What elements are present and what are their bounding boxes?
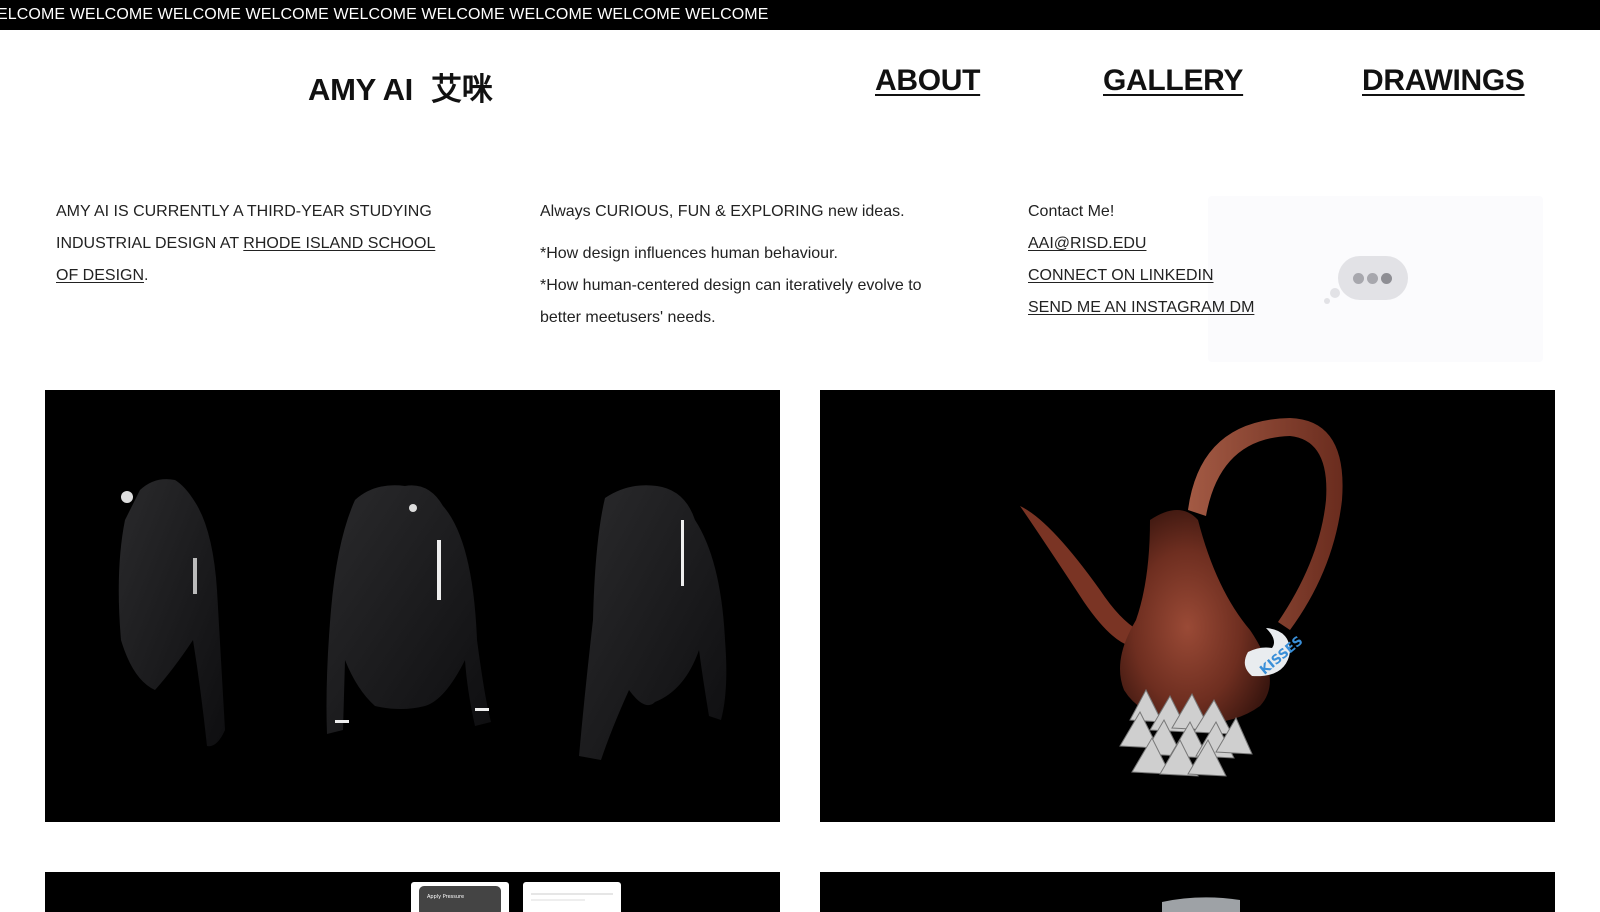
bio-period: . <box>144 267 149 284</box>
instagram-link[interactable]: SEND ME AN INSTAGRAM DM <box>1028 292 1328 324</box>
nav-drawings[interactable]: DRAWINGS <box>1362 64 1525 98</box>
tile-4-photo <box>1162 897 1240 912</box>
brand-name: AMY AI <box>308 72 413 107</box>
brand-chinese-name: 艾咪 <box>431 72 493 107</box>
kettle-photo: KISSES <box>1020 418 1343 777</box>
bio-paragraph: AMY AI IS CURRENTLY A THIRD-YEAR STUDYIN… <box>56 196 446 292</box>
gallery-tile-app[interactable]: Apply Pressure <box>45 872 780 912</box>
tagline: Always CURIOUS, FUN & EXPLORING new idea… <box>540 203 905 220</box>
contact-heading: Contact Me! <box>1028 203 1115 220</box>
interests-section: Always CURIOUS, FUN & EXPLORING new idea… <box>540 196 940 334</box>
site-logo[interactable]: AMY AI 艾咪 <box>308 64 493 109</box>
jacket-photo <box>118 479 727 760</box>
contact-section: Contact Me! AAI@RISD.EDU CONNECT ON LINK… <box>1028 196 1328 324</box>
nav-about[interactable]: ABOUT <box>875 64 980 98</box>
gallery-tile-kettle[interactable]: KISSES <box>820 390 1555 822</box>
interest-line-1: *How design influences human behaviour. <box>540 245 838 262</box>
bio-section: AMY AI IS CURRENTLY A THIRD-YEAR STUDYIN… <box>56 196 446 292</box>
app-screen-title: Apply Pressure <box>427 894 464 900</box>
gallery-tile-jackets[interactable] <box>45 390 780 822</box>
ticker-text: ELCOME WELCOME WELCOME WELCOME WELCOME W… <box>0 6 769 23</box>
email-link[interactable]: AAI@RISD.EDU <box>1028 228 1328 260</box>
gallery-tile-4[interactable] <box>820 872 1555 912</box>
welcome-ticker: ELCOME WELCOME WELCOME WELCOME WELCOME W… <box>0 0 1600 30</box>
typing-bubble-icon <box>1324 256 1408 304</box>
app-screens-photo: Apply Pressure <box>411 882 621 912</box>
nav-gallery[interactable]: GALLERY <box>1103 64 1243 98</box>
linkedin-link[interactable]: CONNECT ON LINKEDIN <box>1028 260 1328 292</box>
interest-line-2: *How human-centered design can iterative… <box>540 277 922 326</box>
